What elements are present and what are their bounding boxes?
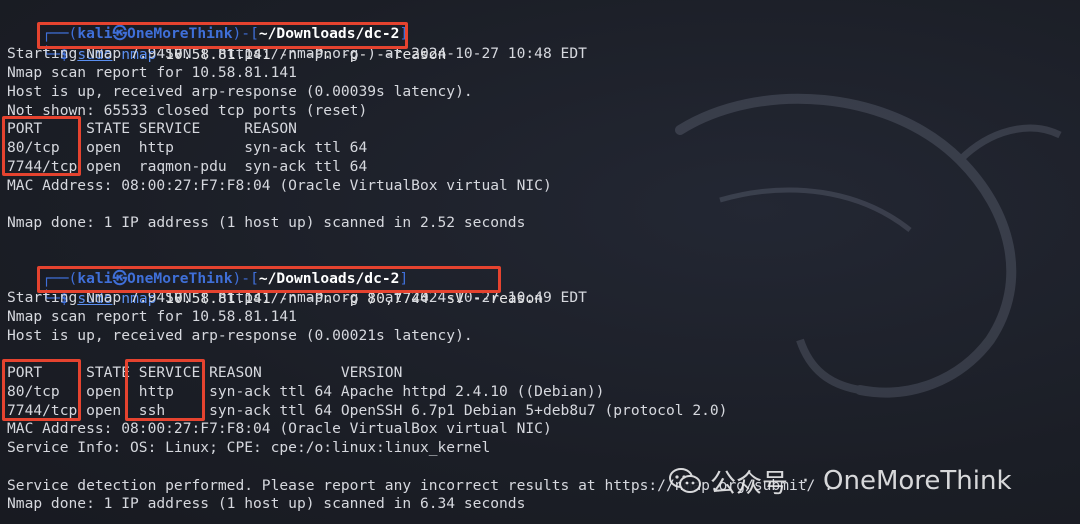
output-line: Nmap done: 1 IP address (1 host up) scan…	[7, 495, 526, 512]
terminal-window[interactable]: ┌──(kali㉿OneMoreThink)-[~/Downloads/dc-2…	[0, 0, 1080, 524]
output-line: Nmap scan report for 10.58.81.141	[7, 64, 297, 81]
highlight-port-column-1	[2, 116, 81, 176]
highlight-command-2	[37, 266, 501, 293]
kali-dragon-watermark	[675, 93, 1062, 398]
watermark-brand: 公众号	[710, 468, 789, 499]
output-line: MAC Address: 08:00:27:F7:F8:04 (Oracle V…	[7, 420, 552, 437]
highlight-service-column-2	[125, 359, 205, 421]
output-line: Host is up, received arp-response (0.000…	[7, 83, 473, 100]
watermark-separator: ·	[802, 468, 810, 494]
output-line: Nmap done: 1 IP address (1 host up) scan…	[7, 214, 526, 231]
highlight-port-column-2	[2, 359, 81, 421]
wechat-watermark: 公众号 · OneMoreThink	[668, 464, 1012, 499]
highlight-command-1	[37, 22, 408, 49]
table-row: 7744/tcp open ssh syn-ack ttl 64 OpenSSH…	[7, 402, 728, 419]
output-line: Service Info: OS: Linux; CPE: cpe:/o:lin…	[7, 439, 491, 456]
wechat-icon	[669, 468, 701, 493]
output-line: Nmap scan report for 10.58.81.141	[7, 308, 297, 325]
table-row: 80/tcp open http syn-ack ttl 64 Apache h…	[7, 383, 605, 400]
output-line: MAC Address: 08:00:27:F7:F8:04 (Oracle V…	[7, 177, 552, 194]
output-line: Host is up, received arp-response (0.000…	[7, 327, 473, 344]
watermark-name: OneMoreThink	[823, 466, 1012, 496]
